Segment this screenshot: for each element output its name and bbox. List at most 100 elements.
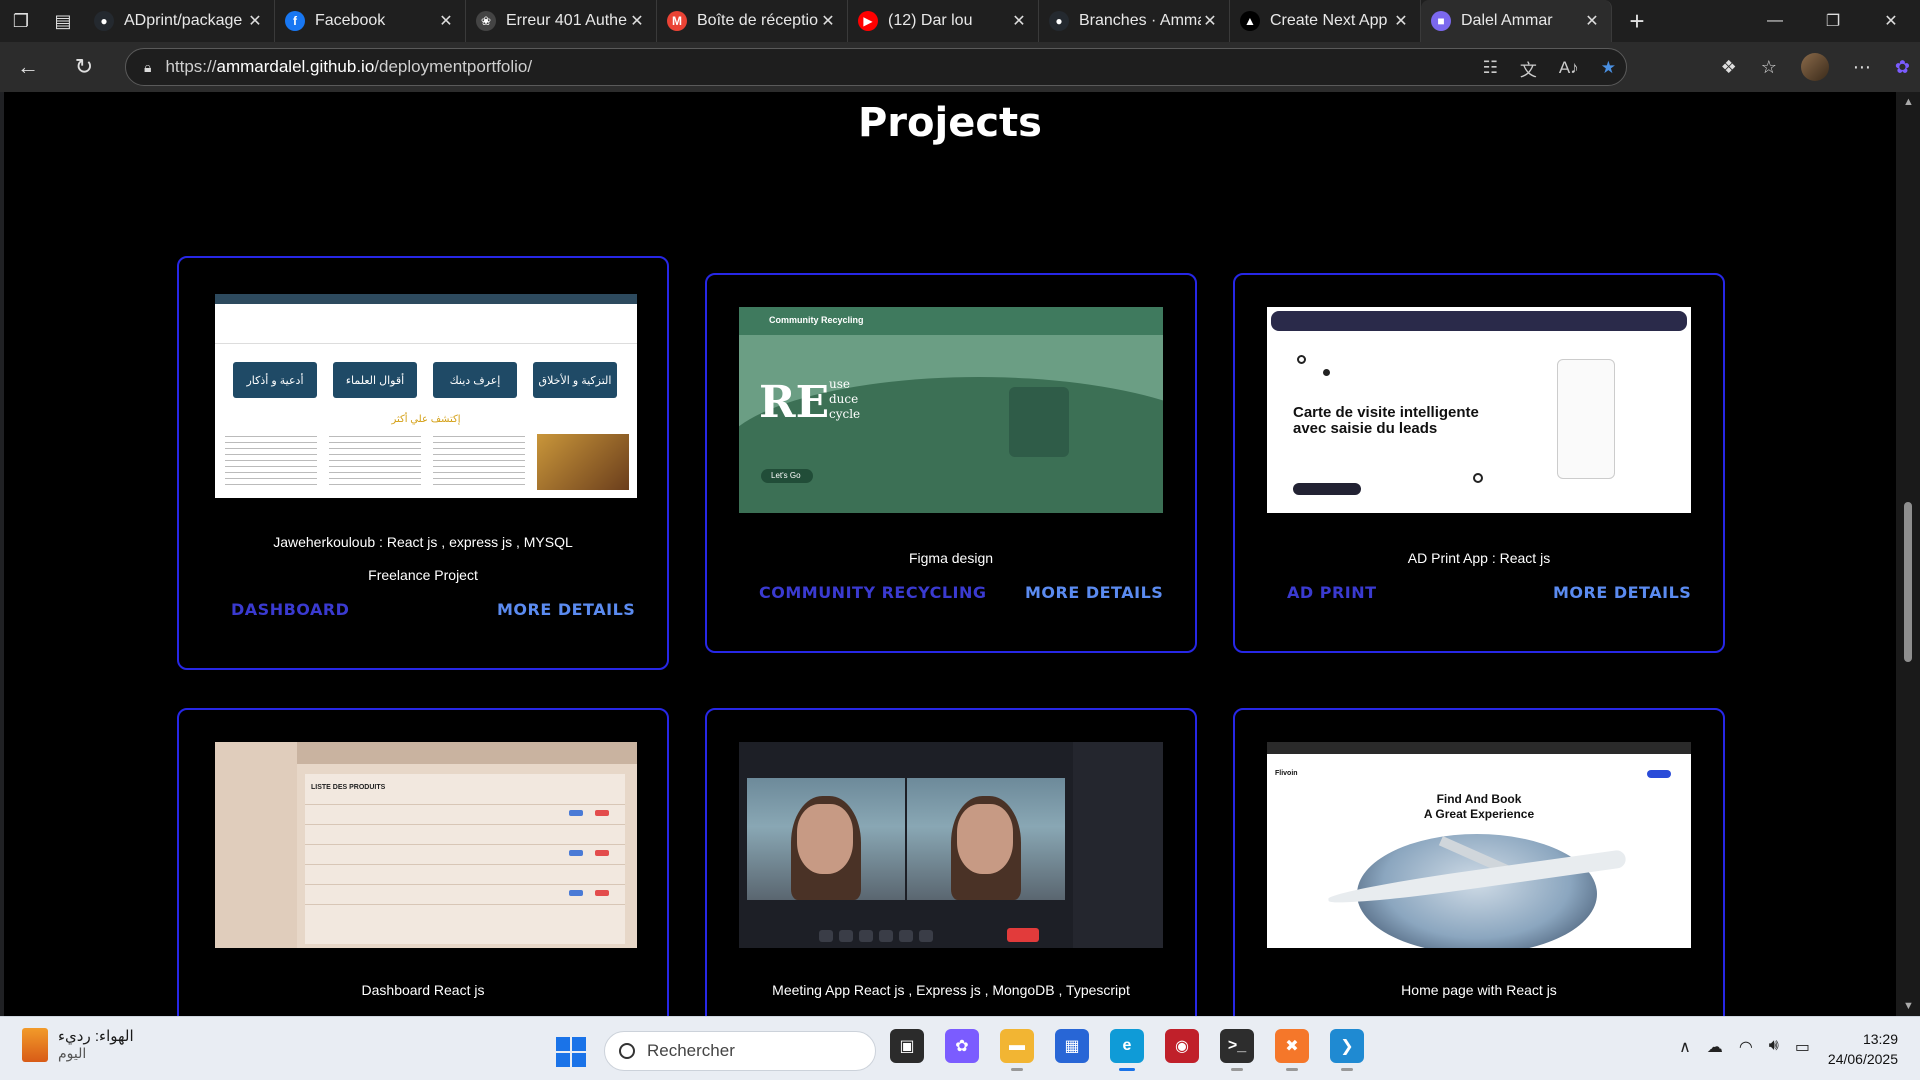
close-tab-icon[interactable]: ✕: [1392, 11, 1410, 31]
vscode-icon[interactable]: ❯: [1330, 1029, 1364, 1071]
onedrive-icon[interactable]: ☁: [1707, 1037, 1723, 1057]
project-subcaption: Freelance Project: [368, 567, 478, 583]
battery-icon[interactable]: ▭: [1795, 1037, 1810, 1057]
favorites-icon[interactable]: ☆: [1761, 57, 1777, 78]
close-tab-icon[interactable]: ✕: [819, 11, 837, 31]
browser-tab[interactable]: f Facebook ✕: [275, 0, 466, 42]
browser-tab[interactable]: ▶ (12) Dar lou ✕: [848, 0, 1039, 42]
project-caption: Figma design: [908, 550, 994, 566]
address-input[interactable]: 🔒︎ https://ammardalel.github.io/deployme…: [125, 48, 1627, 86]
close-tab-icon[interactable]: ✕: [437, 11, 455, 31]
scrollbar-thumb[interactable]: [1904, 502, 1912, 662]
close-window-button[interactable]: ✕: [1862, 0, 1920, 42]
more-options-icon[interactable]: ⋯: [1853, 57, 1871, 78]
start-button[interactable]: [556, 1037, 586, 1067]
project-screenshot: Flivoin Find And Book A Great Experience: [1267, 742, 1691, 948]
page-icon: ■: [1431, 11, 1451, 31]
project-card-meeting-app: Meeting App React js , Express js , Mong…: [705, 708, 1197, 1016]
window-controls: — ❐ ✕: [1746, 0, 1920, 42]
browser-tab[interactable]: ● ADprint/package ✕: [84, 0, 275, 42]
thumb-headline-lines: use duce cycle: [829, 377, 861, 421]
translate-icon[interactable]: 文: [1520, 56, 1537, 81]
vercel-icon: ▲: [1240, 11, 1260, 31]
scroll-up-icon[interactable]: ▲: [1903, 96, 1914, 108]
more-details-link[interactable]: MORE DETAILS: [1025, 583, 1163, 602]
maximize-button[interactable]: ❐: [1804, 0, 1862, 42]
lock-icon[interactable]: 🔒︎: [144, 59, 151, 76]
browser-tab[interactable]: ■ Dalel Ammar ✕: [1421, 0, 1612, 42]
browser-toolbar: ❖ ☆ ⋯ ✿: [1721, 42, 1910, 92]
browser-tab[interactable]: ● Branches · Amma ✕: [1039, 0, 1230, 42]
search-icon: [619, 1043, 635, 1059]
more-details-link[interactable]: MORE DETAILS: [497, 600, 635, 619]
project-screenshot: أدعية و أذكار أقوال العلماء إعرف دينك ال…: [215, 294, 637, 498]
minimize-button[interactable]: —: [1746, 0, 1804, 42]
url-text: https://ammardalel.github.io/deploymentp…: [165, 57, 533, 76]
favorite-star-icon[interactable]: ★: [1601, 58, 1616, 78]
thumb-headline: Find And Book A Great Experience: [1423, 792, 1535, 821]
terminal-icon[interactable]: >_: [1220, 1029, 1254, 1071]
browser-tab[interactable]: ❀ Erreur 401 Authen ✕: [466, 0, 657, 42]
page-scrollbar[interactable]: ▲ ▼: [1896, 92, 1920, 1016]
volume-icon[interactable]: 🔊︎: [1769, 1037, 1779, 1057]
close-tab-icon[interactable]: ✕: [1583, 11, 1601, 31]
clock[interactable]: 13:29 24/06/2025: [1828, 1029, 1898, 1069]
new-tab-button[interactable]: +: [1612, 6, 1662, 37]
weather-widget[interactable]: الهواء: رديء اليوم: [22, 1027, 134, 1062]
browser-tab-strip: ❐ ▤ ● ADprint/package ✕ f Facebook ✕ ❀ Erreur 4…: [0, 0, 1920, 42]
thumb-brand: Flivoin: [1275, 770, 1298, 777]
read-aloud-icon[interactable]: A♪: [1559, 58, 1579, 78]
edge-icon[interactable]: e: [1110, 1029, 1144, 1071]
wifi-icon[interactable]: ◠: [1739, 1037, 1753, 1057]
copilot-icon[interactable]: ✿: [945, 1029, 979, 1063]
project-screenshot: Carte de visite intelligente avec saisie…: [1267, 307, 1691, 513]
taskbar-search[interactable]: Rechercher: [604, 1031, 876, 1071]
tab-title: Dalel Ammar: [1461, 12, 1553, 29]
microsoft-store-icon[interactable]: ▦: [1055, 1029, 1089, 1063]
project-card-ad-print: Carte de visite intelligente avec saisie…: [1233, 273, 1725, 653]
app-available-icon[interactable]: ☷: [1483, 58, 1498, 78]
copilot-sidebar-icon[interactable]: ✿: [1895, 57, 1910, 78]
dashboard-link[interactable]: DASHBOARD: [231, 600, 349, 619]
thumb-table-title: LISTE DES PRODUITS: [311, 784, 386, 791]
project-card-community-recycling: Community Recycling RE use duce cycle Le…: [705, 273, 1197, 653]
file-explorer-icon[interactable]: ▬: [1000, 1029, 1034, 1071]
xampp-icon[interactable]: ✖: [1275, 1029, 1309, 1071]
github-icon: ●: [1049, 11, 1069, 31]
refresh-button[interactable]: ↻: [56, 42, 112, 92]
system-tray: ∧ ☁ ◠ 🔊︎ ▭: [1679, 1037, 1810, 1057]
tab-title: Branches · Amma: [1079, 12, 1201, 29]
ad-print-link[interactable]: AD PRINT: [1287, 583, 1377, 602]
youtube-icon: ▶: [858, 11, 878, 31]
taskbar-apps: ▣ ✿ ▬ ▦ e ◉ >_ ✖ ❯: [890, 1029, 1364, 1071]
project-caption: Meeting App React js , Express js , Mong…: [772, 982, 1130, 998]
facebook-icon: f: [285, 11, 305, 31]
workspaces-icon[interactable]: ❐: [0, 0, 42, 42]
weather-icon: [22, 1027, 48, 1062]
browser-tab[interactable]: M Boîte de réception ✕: [657, 0, 848, 42]
section-title: Projects: [857, 100, 1042, 146]
extensions-icon[interactable]: ❖: [1721, 57, 1737, 78]
profile-avatar[interactable]: [1800, 53, 1829, 81]
tab-actions-icon[interactable]: ▤: [42, 0, 84, 42]
browser-tab[interactable]: ▲ Create Next App ✕: [1230, 0, 1421, 42]
record-app-icon[interactable]: ◉: [1165, 1029, 1199, 1063]
close-tab-icon[interactable]: ✕: [1201, 11, 1219, 31]
tab-title: Boîte de réception: [697, 12, 819, 29]
openai-icon: ❀: [476, 11, 496, 31]
thumb-headline: Carte de visite intelligente avec saisie…: [1293, 404, 1479, 437]
task-view-icon[interactable]: ▣: [890, 1029, 924, 1063]
github-icon: ●: [94, 11, 114, 31]
close-tab-icon[interactable]: ✕: [628, 11, 646, 31]
close-tab-icon[interactable]: ✕: [246, 11, 264, 31]
project-screenshot: LISTE DES PRODUITS: [215, 742, 637, 948]
chevron-up-icon[interactable]: ∧: [1679, 1037, 1691, 1057]
more-details-link[interactable]: MORE DETAILS: [1553, 583, 1691, 602]
scroll-down-icon[interactable]: ▼: [1903, 1000, 1914, 1012]
project-screenshot: Community Recycling RE use duce cycle Le…: [739, 307, 1163, 513]
thumb-button: إعرف دينك: [433, 362, 517, 398]
close-tab-icon[interactable]: ✕: [1010, 11, 1028, 31]
back-button[interactable]: ←: [0, 42, 56, 92]
tab-title: Erreur 401 Authen: [506, 12, 628, 29]
community-recycling-link[interactable]: COMMUNITY RECYCLING: [759, 583, 987, 602]
